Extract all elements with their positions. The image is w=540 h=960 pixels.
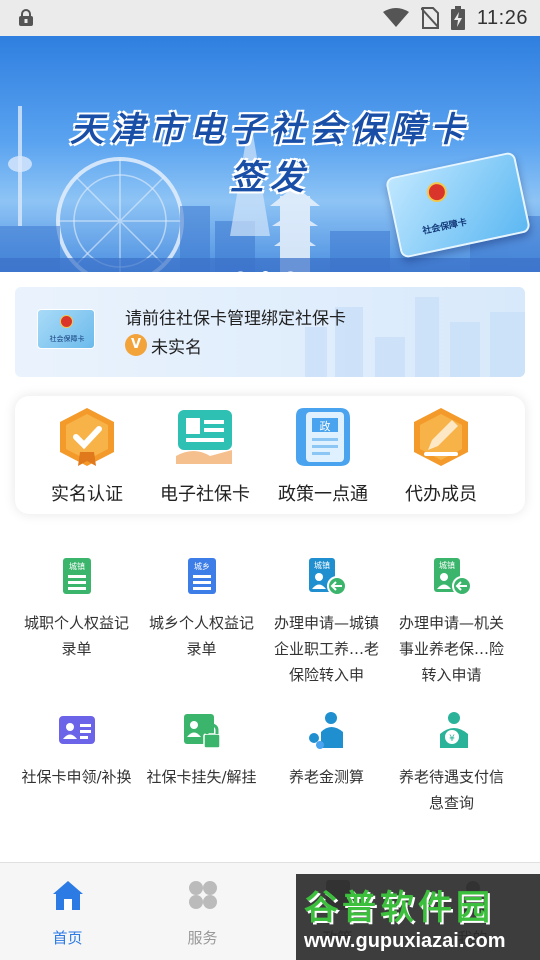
quick-action-real-name[interactable]: 实名认证 (27, 406, 147, 506)
service-card-apply-replace[interactable]: 社保卡申领/补换 (14, 710, 139, 790)
service-rural-rights-record[interactable]: 城乡 城乡个人权益记录单 (139, 556, 264, 662)
watermark: 谷普软件园 www.gupuxiazai.com (296, 874, 540, 960)
quick-action-label: 政策一点通 (278, 484, 368, 505)
card-caption: 社会保障卡 (421, 217, 468, 237)
quick-action-label: 实名认证 (51, 484, 123, 505)
id-card-icon (58, 716, 95, 744)
tab-label: 首页 (52, 929, 83, 947)
no-sim-icon (420, 7, 439, 29)
carousel-indicator[interactable] (236, 271, 295, 272)
icon-text: 城镇 (314, 560, 330, 570)
social-security-card-icon: 社会保障卡 (37, 309, 95, 349)
verify-badge-icon: V (125, 334, 147, 356)
lock-icon (19, 9, 33, 26)
shield-check-icon (60, 408, 114, 466)
service-label: 办理申请—城镇企业职工养…老保险转入申 (273, 614, 379, 684)
quick-action-e-card[interactable]: 电子社保卡 (145, 406, 265, 506)
pension-payment-icon: ¥ (439, 712, 468, 748)
service-pension-calculator[interactable]: 养老金测算 (264, 710, 389, 790)
banner-carousel[interactable]: 天津市电子社会保障卡 签发 社会保障卡 (0, 36, 540, 272)
home-icon (52, 881, 83, 910)
document-urban-icon: 城镇 (62, 558, 91, 594)
card-lock-icon (183, 714, 221, 749)
grid-icon (188, 881, 217, 909)
notice-message: 请前往社保卡管理绑定社保卡 (125, 309, 346, 329)
icon-text: 城乡 (194, 562, 210, 571)
service-label: 养老待遇支付信息查询 (398, 768, 504, 812)
icon-text: 城镇 (69, 561, 85, 571)
quick-action-label: 代办成员 (405, 484, 477, 505)
clock-time: 11:26 (476, 6, 528, 29)
quick-action-policy[interactable]: 政 政策一点通 (263, 406, 383, 506)
quick-action-agent-members[interactable]: 代办成员 (381, 406, 501, 506)
service-label: 社保卡挂失/解挂 (146, 768, 257, 786)
battery-charging-icon (450, 6, 465, 30)
watermark-title: 谷普软件园 (304, 888, 494, 928)
service-label: 城乡个人权益记录单 (148, 614, 254, 658)
wifi-icon (382, 8, 409, 27)
document-rural-icon: 城乡 (187, 558, 216, 594)
policy-doc-icon: 政 (296, 408, 350, 466)
quick-actions: 实名认证 电子社保卡 政 政策一点通 代办成员 (15, 396, 525, 514)
service-urban-rights-record[interactable]: 城镇 城职个人权益记录单 (14, 556, 139, 662)
transfer-institution-icon: 城镇 (433, 558, 472, 596)
service-label: 养老金测算 (288, 768, 364, 786)
tab-services[interactable]: 服务 (135, 877, 270, 948)
policy-icon-text: 政 (320, 419, 331, 433)
building-decoration (305, 297, 525, 377)
service-card-loss-report[interactable]: 社保卡挂失/解挂 (139, 710, 264, 790)
service-label: 社保卡申领/补换 (21, 768, 132, 786)
svg-text:¥: ¥ (449, 734, 455, 744)
banner-title: 天津市电子社会保障卡 (70, 110, 470, 150)
tab-label: 服务 (187, 929, 218, 947)
service-label: 城职个人权益记录单 (23, 614, 129, 658)
national-emblem-icon (60, 315, 73, 328)
pension-calc-icon (308, 712, 343, 749)
transfer-urban-icon: 城镇 (308, 558, 347, 596)
quick-action-label: 电子社保卡 (160, 484, 250, 505)
service-pension-payment-query[interactable]: ¥ 养老待遇支付信息查询 (389, 710, 514, 816)
national-emblem-icon (424, 180, 449, 204)
tab-home[interactable]: 首页 (0, 877, 135, 948)
service-urban-pension-transfer[interactable]: 城镇 办理申请—城镇企业职工养…老保险转入申 (264, 556, 389, 688)
pencil-icon (414, 408, 468, 466)
icon-text: 城镇 (439, 560, 455, 570)
e-card-icon (176, 410, 232, 464)
carousel-dot[interactable] (236, 271, 245, 272)
carousel-dot[interactable] (286, 271, 295, 272)
watermark-url: www.gupuxiazai.com (304, 930, 506, 952)
bind-card-notice[interactable]: 社会保障卡 请前往社保卡管理绑定社保卡 V 未实名 (15, 287, 525, 377)
carousel-dot-active[interactable] (261, 271, 270, 272)
service-label: 办理申请—机关事业养老保…险转入申请 (398, 614, 504, 684)
card-caption: 社会保障卡 (49, 335, 85, 343)
status-bar: 11:26 (0, 0, 540, 36)
verification-status: 未实名 (151, 338, 202, 358)
service-institution-pension-transfer[interactable]: 城镇 办理申请—机关事业养老保…险转入申请 (389, 556, 514, 688)
